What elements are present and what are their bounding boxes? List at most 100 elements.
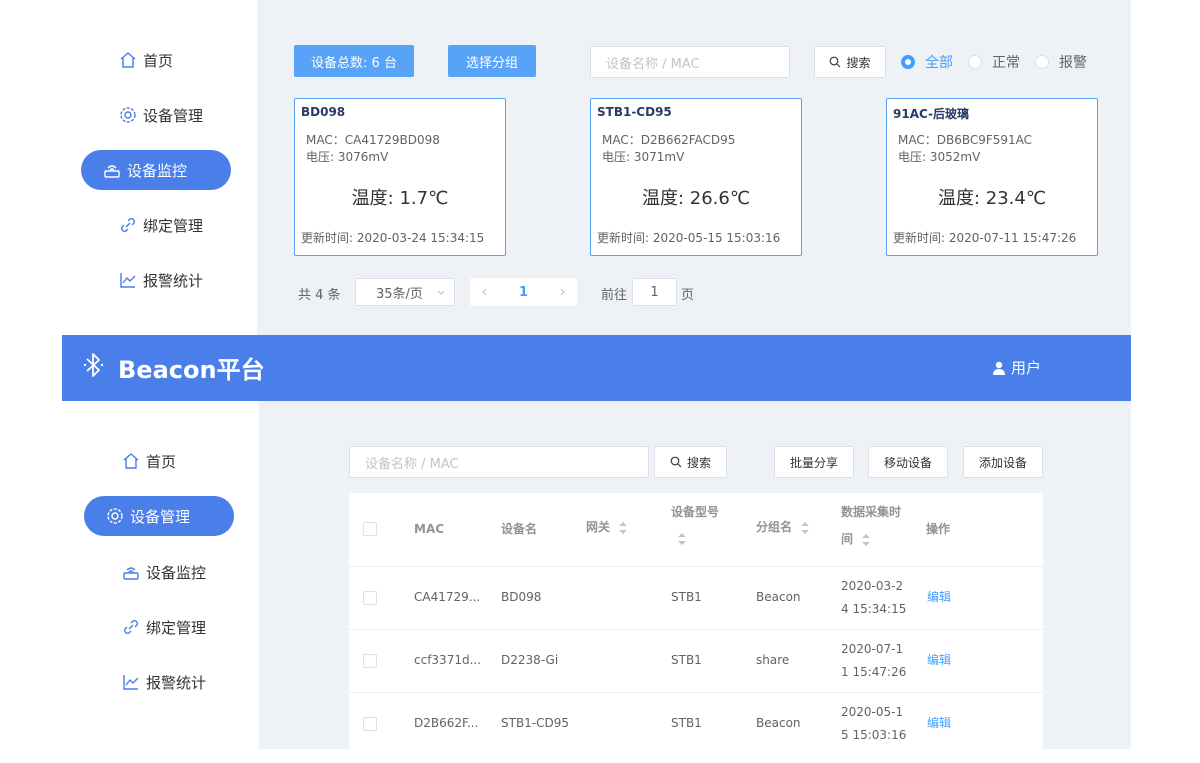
pager-page-suffix: 页 [681,288,695,303]
row-divider [349,692,1043,693]
filter-all-radio[interactable]: 全部 [901,52,953,72]
edit-link[interactable]: 编辑 [927,649,951,672]
bottom-search-input[interactable]: 设备名称 / MAC [349,446,649,478]
column-header-action: 操作 [926,522,951,536]
edit-link[interactable]: 编辑 [927,712,951,735]
column-header-group[interactable]: 分组名 [756,516,810,539]
search-icon [670,456,682,468]
cell-model: STB1 [671,653,702,667]
bottom-nav-alarm-stats[interactable]: 报警统计 [100,662,250,702]
column-header-label: 网关 [586,520,611,534]
cell-name: D2238-Gi [501,653,559,667]
bottom-nav-device-monitor[interactable]: 设备监控 [100,552,250,592]
pager-current-page[interactable]: 1 [519,285,528,300]
device-card[interactable]: BD098 MAC：CA41729BD098 电压: 3076mV 温度: 1.… [294,98,506,256]
nav-label: 绑定管理 [143,216,204,235]
nav-label: 设备监控 [146,563,207,582]
pager-goto-input[interactable]: 1 [632,278,677,306]
top-search-input[interactable]: 设备名称 / MAC [590,46,790,78]
cell-time: 2020-07-1 [841,642,904,656]
nav-label: 设备管理 [130,507,191,526]
column-header-label: 分组名 [756,520,793,534]
select-group-button[interactable]: 选择分组 [448,45,536,77]
top-nav-binding[interactable]: 绑定管理 [97,205,247,245]
chevron-left-icon[interactable] [480,287,490,297]
sort-icon[interactable] [677,532,687,546]
cell-time: 2020-05-1 [841,705,904,719]
top-nav-device-management[interactable]: 设备管理 [97,95,247,135]
sort-icon[interactable] [861,533,871,547]
row-checkbox[interactable] [363,654,377,668]
column-header-mac: MAC [414,522,445,536]
device-card[interactable]: STB1-CD95 MAC：D2B662FACD95 电压: 3071mV 温度… [590,98,802,256]
edit-link[interactable]: 编辑 [927,586,951,609]
column-header-model: 设备型号 [671,505,720,519]
card-temperature: 温度: 23.4℃ [937,188,1047,209]
nav-label: 设备监控 [127,161,188,180]
bluetooth-icon [83,353,104,377]
card-mac: MAC：DB6BC9F591AC [898,133,1033,147]
nav-label: 报警统计 [146,673,207,692]
card-temperature: 温度: 1.7℃ [351,188,449,209]
user-icon [993,361,1005,375]
chevron-right-icon[interactable] [557,287,567,297]
nav-label: 首页 [143,51,174,70]
nav-label: 绑定管理 [146,618,207,637]
top-nav-device-monitor[interactable]: 设备监控 [81,150,231,190]
move-device-button[interactable]: 移动设备 [868,446,948,478]
top-nav-home[interactable]: 首页 [97,40,247,80]
cell-time: 2020-03-2 [841,579,904,593]
pager-nav: 1 [470,278,577,306]
page-size-value: 35条/页 [376,286,423,302]
column-header-time-cont[interactable]: 间 [841,528,871,551]
column-header-time: 数据采集时 [841,505,902,519]
sort-icon[interactable] [800,521,810,535]
column-header-label: 间 [841,532,854,546]
top-sidebar: 首页 设备管理 设备监控 绑定管理 报警统计 [62,0,257,335]
card-temperature: 温度: 26.6℃ [641,188,751,209]
add-device-button[interactable]: 添加设备 [963,446,1043,478]
device-total-button[interactable]: 设备总数: 6 台 [294,45,414,77]
row-divider [349,629,1043,630]
device-card[interactable]: 91AC-后玻璃 MAC：DB6BC9F591AC 电压: 3052mV 温度:… [886,98,1098,256]
select-all-checkbox[interactable] [363,522,377,536]
bottom-nav-device-management[interactable]: 设备管理 [84,496,234,536]
batch-share-button[interactable]: 批量分享 [774,446,854,478]
row-checkbox[interactable] [363,717,377,731]
radio-label: 全部 [925,55,953,71]
filter-normal-radio[interactable]: 正常 [968,52,1020,72]
page-size-select[interactable]: 35条/页 [355,278,455,306]
bottom-nav-binding[interactable]: 绑定管理 [100,607,250,647]
radio-label: 正常 [992,55,1020,71]
column-header-gateway[interactable]: 网关 [586,516,628,539]
card-device-name: 91AC-后玻璃 [893,107,970,121]
bottom-nav-home[interactable]: 首页 [100,441,250,481]
row-checkbox[interactable] [363,591,377,605]
gear-icon [117,104,139,126]
cell-group: Beacon [756,716,801,730]
cell-time-cont: 1 15:47:26 [841,665,907,679]
row-divider [349,566,1043,567]
bottom-search-button[interactable]: 搜索 [654,446,727,478]
search-icon [830,56,841,68]
column-header-name: 设备名 [501,522,538,536]
card-device-name: BD098 [301,105,346,119]
nav-label: 设备管理 [143,106,204,125]
cell-mac: D2B662F... [414,716,479,730]
radio-dot [901,55,915,69]
top-nav-alarm-stats[interactable]: 报警统计 [97,260,247,300]
user-menu[interactable]: 用户 [992,357,1041,378]
chart-line-icon [120,671,142,693]
user-label: 用户 [1011,359,1042,377]
cell-model: STB1 [671,590,702,604]
home-icon [120,450,142,472]
cell-mac: CA41729... [414,590,481,604]
sort-icon[interactable] [618,521,628,535]
pager-goto-label: 前往 [601,288,628,303]
card-updated-time: 更新时间: 2020-03-24 15:34:15 [301,231,485,245]
radio-dot [1035,55,1049,69]
search-label: 搜索 [846,55,871,70]
cell-time-cont: 5 15:03:16 [841,728,907,742]
filter-alarm-radio[interactable]: 报警 [1035,52,1087,72]
top-search-button[interactable]: 搜索 [814,46,886,78]
